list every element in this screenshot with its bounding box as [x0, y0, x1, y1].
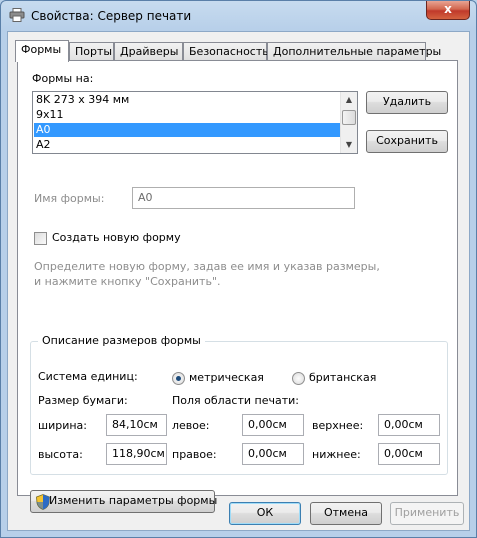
- forms-listbox[interactable]: 8K 273 x 394 мм 9x11 A0 A2 ▲ ▼: [32, 91, 358, 154]
- form-name-label: Имя формы:: [34, 192, 105, 205]
- ok-button[interactable]: ОК: [229, 502, 301, 525]
- tab-security[interactable]: Безопасность: [183, 42, 269, 61]
- height-field[interactable]: 118,90см: [106, 443, 167, 465]
- hint-text-line2: и нажмите кнопку "Сохранить".: [34, 275, 221, 288]
- title-bar[interactable]: Свойства: Сервер печати x: [1, 1, 476, 31]
- imperial-label[interactable]: британская: [309, 371, 376, 384]
- top-margin-label: верхнее:: [312, 419, 364, 432]
- metric-radio[interactable]: [172, 372, 185, 385]
- imperial-radio[interactable]: [292, 372, 305, 385]
- close-icon: x: [444, 2, 452, 16]
- width-field[interactable]: 84,10см: [106, 414, 167, 436]
- forms-panel: Формы на: 8K 273 x 394 мм 9x11 A0 A2 ▲ ▼…: [17, 60, 458, 513]
- close-button[interactable]: x: [426, 1, 470, 20]
- change-form-params-button[interactable]: Изменить параметры формы: [30, 490, 218, 513]
- right-margin-label: правое:: [172, 448, 217, 461]
- hint-text-line1: Определите новую форму, задав ее имя и у…: [34, 260, 380, 273]
- scroll-thumb[interactable]: [342, 110, 356, 125]
- tab-advanced[interactable]: Дополнительные параметры: [267, 42, 441, 61]
- top-margin-field[interactable]: 0,00см: [378, 414, 440, 436]
- list-item-selected[interactable]: A0: [34, 123, 340, 137]
- printer-icon: [9, 8, 25, 22]
- apply-button[interactable]: Применить: [390, 502, 464, 525]
- form-name-field[interactable]: A0: [132, 187, 355, 209]
- cancel-button[interactable]: Отмена: [310, 502, 382, 525]
- delete-button[interactable]: Удалить: [366, 91, 448, 114]
- dialog-window: Свойства: Сервер печати x Формы Порты Др…: [0, 0, 477, 538]
- print-margins-label: Поля области печати:: [172, 394, 299, 407]
- list-item[interactable]: A2: [34, 138, 340, 152]
- left-margin-label: левое:: [172, 419, 210, 432]
- dialog-client: Формы Порты Драйверы Безопасность Дополн…: [7, 31, 470, 531]
- bottom-margin-field[interactable]: 0,00см: [378, 443, 440, 465]
- metric-label[interactable]: метрическая: [189, 371, 264, 384]
- list-scrollbar[interactable]: ▲ ▼: [340, 92, 357, 153]
- list-item[interactable]: 9x11: [34, 108, 340, 122]
- change-form-params-label: Изменить параметры формы: [49, 494, 218, 507]
- left-margin-field[interactable]: 0,00см: [242, 414, 304, 436]
- create-new-form-checkbox[interactable]: [34, 232, 47, 245]
- width-label: ширина:: [38, 419, 87, 432]
- paper-size-label: Размер бумаги:: [38, 394, 128, 407]
- scroll-up-icon[interactable]: ▲: [341, 92, 357, 108]
- tab-forms[interactable]: Формы: [15, 40, 69, 62]
- units-label: Система единиц:: [38, 370, 138, 383]
- window-title: Свойства: Сервер печати: [31, 9, 192, 23]
- height-label: высота:: [38, 448, 83, 461]
- tab-ports[interactable]: Порты: [69, 42, 114, 61]
- create-new-form-label[interactable]: Создать новую форму: [52, 231, 181, 244]
- forms-list-label: Формы на:: [32, 72, 94, 85]
- right-margin-field[interactable]: 0,00см: [242, 443, 304, 465]
- scroll-down-icon[interactable]: ▼: [341, 137, 357, 153]
- tab-drivers[interactable]: Драйверы: [114, 42, 183, 61]
- bottom-margin-label: нижнее:: [312, 448, 361, 461]
- save-button[interactable]: Сохранить: [366, 130, 448, 153]
- form-size-group-title: Описание размеров формы: [38, 334, 205, 347]
- list-item[interactable]: 8K 273 x 394 мм: [34, 93, 340, 107]
- shield-icon: [36, 494, 50, 510]
